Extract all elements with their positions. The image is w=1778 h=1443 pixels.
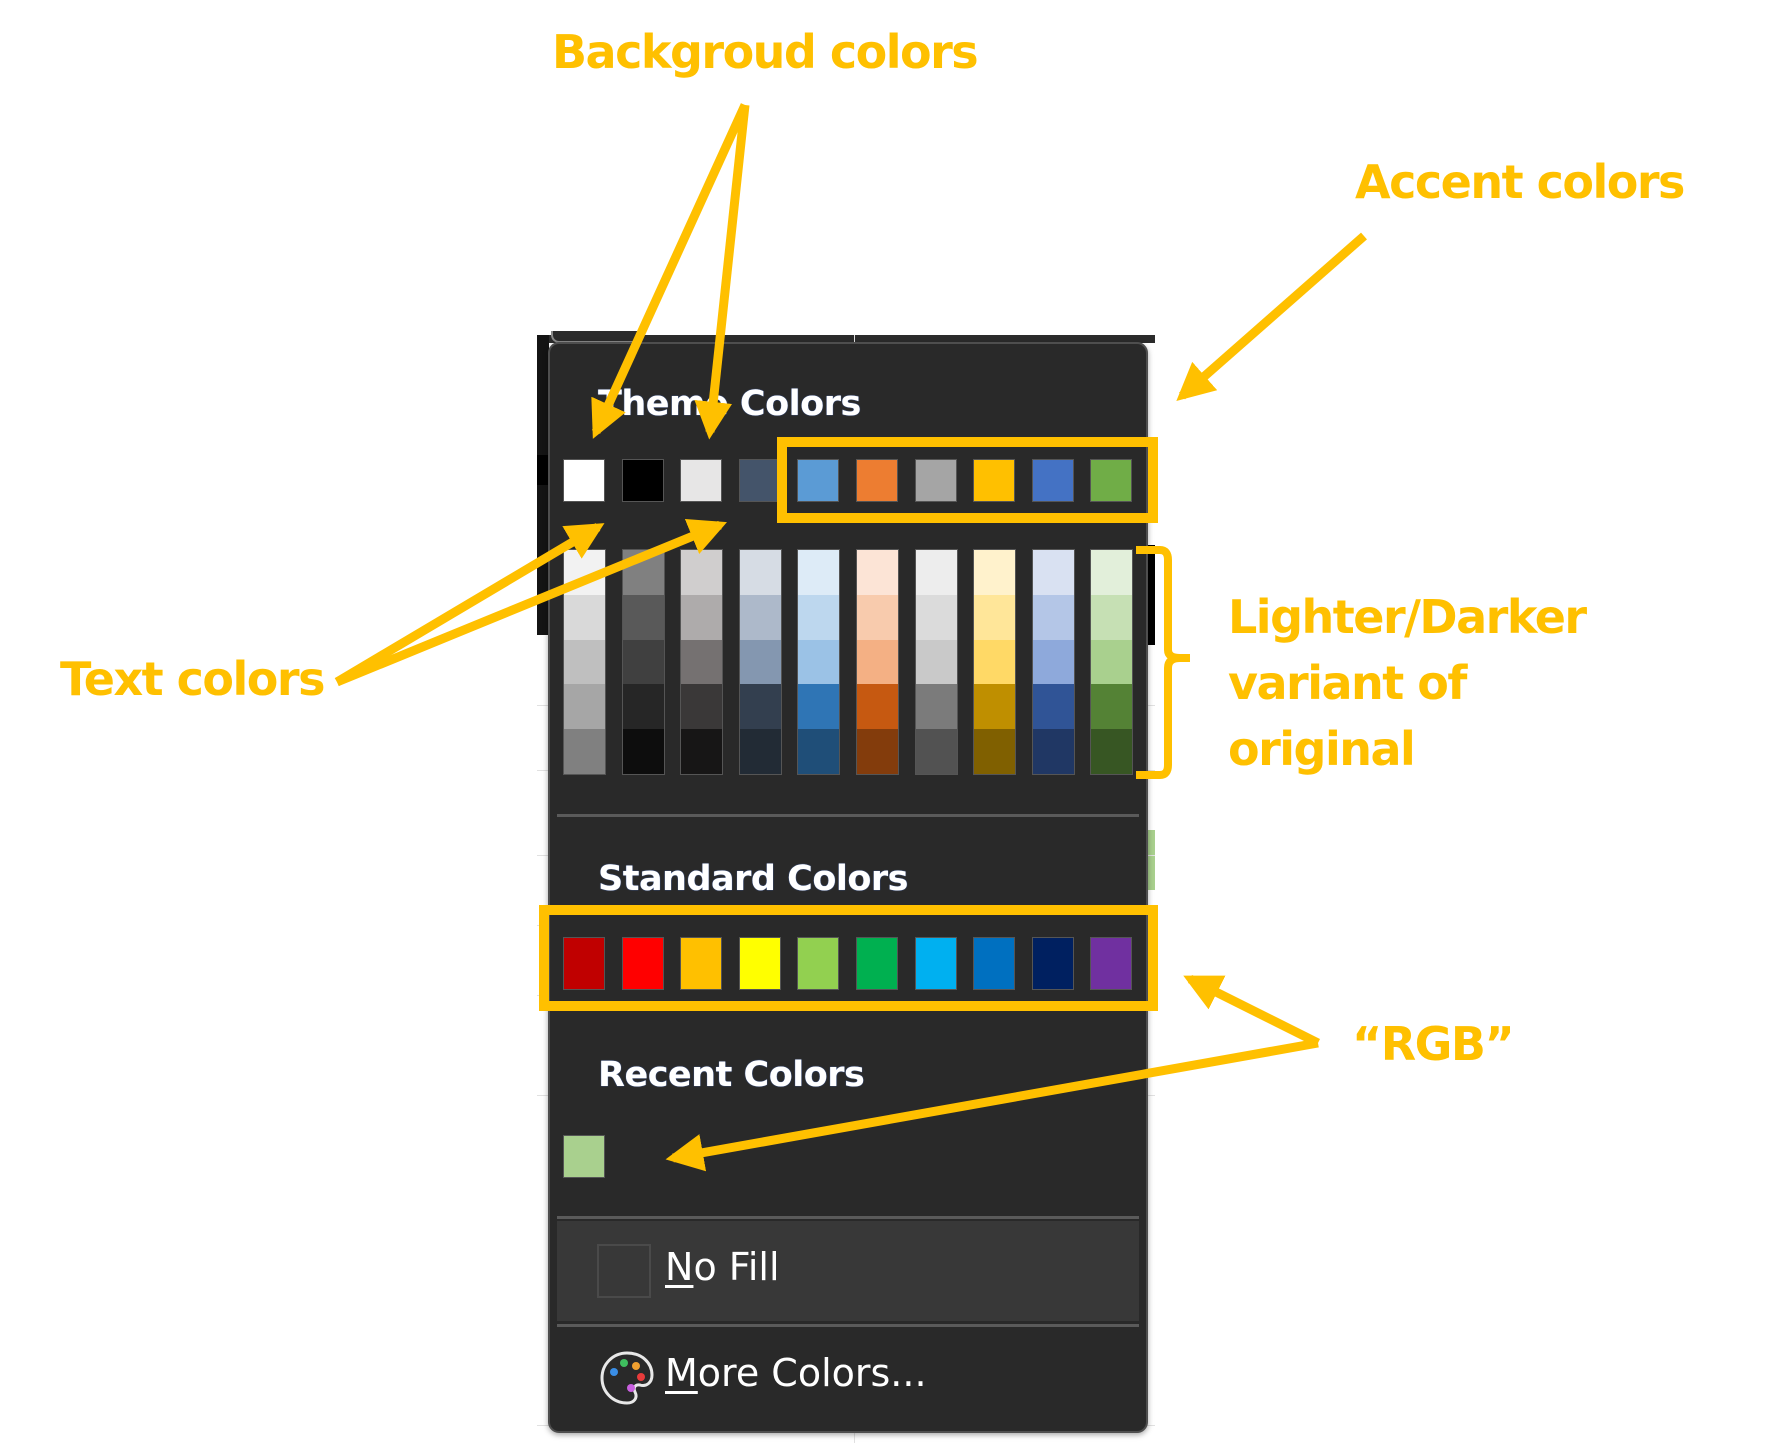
theme-shade-swatch[interactable]: [915, 550, 957, 595]
theme-shade-swatch[interactable]: [564, 684, 605, 730]
section-divider: [557, 1324, 1139, 1327]
theme-shade-column: [797, 549, 841, 775]
theme-shade-swatch[interactable]: [915, 684, 957, 730]
theme-shade-swatch[interactable]: [915, 639, 957, 685]
theme-shade-swatch[interactable]: [1032, 729, 1074, 774]
standard-colors-heading: Standard Colors: [598, 859, 909, 899]
theme-shade-swatch[interactable]: [622, 729, 664, 774]
accent-colors-highlight: [777, 437, 1158, 523]
theme-shade-column: [680, 549, 724, 775]
theme-shade-swatch[interactable]: [622, 594, 664, 640]
theme-shade-swatch[interactable]: [681, 594, 723, 640]
no-fill-icon: [597, 1244, 651, 1298]
theme-shade-swatch[interactable]: [622, 550, 664, 595]
theme-shade-swatch[interactable]: [622, 684, 664, 730]
theme-shade-swatch[interactable]: [1091, 639, 1133, 685]
theme-shade-swatch[interactable]: [1091, 684, 1133, 730]
theme-color-swatch[interactable]: [563, 459, 605, 502]
section-divider: [557, 1216, 1139, 1219]
theme-shade-swatch[interactable]: [974, 639, 1016, 685]
theme-shade-swatch[interactable]: [798, 594, 840, 640]
theme-shade-swatch[interactable]: [564, 729, 605, 774]
annotation-variants-line1: Lighter/Darker: [1228, 590, 1587, 644]
theme-shade-swatch[interactable]: [798, 550, 840, 595]
theme-shade-swatch[interactable]: [739, 684, 781, 730]
theme-shade-swatch[interactable]: [622, 639, 664, 685]
arrow-accent: [1176, 232, 1367, 401]
section-divider: [557, 814, 1139, 817]
arrow-rgb-standard: [1183, 974, 1321, 1048]
theme-color-swatch[interactable]: [621, 459, 664, 502]
theme-shade-swatch[interactable]: [1032, 639, 1074, 685]
annotation-background-colors: Backgroud colors: [552, 25, 979, 79]
theme-shade-column: [973, 549, 1017, 775]
theme-shade-swatch[interactable]: [1032, 550, 1074, 595]
annotation-text-colors: Text colors: [60, 652, 325, 706]
annotation-accent-colors: Accent colors: [1355, 155, 1685, 209]
theme-shade-swatch[interactable]: [564, 550, 605, 595]
no-fill-label: No Fill: [665, 1245, 780, 1289]
theme-shade-swatch[interactable]: [564, 639, 605, 685]
recent-color-swatch[interactable]: [563, 1135, 605, 1178]
theme-shade-swatch[interactable]: [974, 550, 1016, 595]
theme-shade-swatch[interactable]: [681, 684, 723, 730]
theme-shade-swatch[interactable]: [1091, 594, 1133, 640]
theme-shade-swatch[interactable]: [857, 729, 898, 774]
theme-shade-swatch[interactable]: [739, 729, 781, 774]
theme-shade-swatch[interactable]: [681, 550, 723, 595]
theme-shade-swatch[interactable]: [681, 639, 723, 685]
theme-color-swatch[interactable]: [680, 459, 723, 502]
theme-shade-column: [738, 549, 782, 775]
annotation-rgb: “RGB”: [1352, 1017, 1515, 1071]
theme-shade-swatch[interactable]: [974, 729, 1016, 774]
theme-shade-column: [856, 549, 899, 775]
theme-shade-swatch[interactable]: [915, 729, 957, 774]
theme-shade-swatch[interactable]: [739, 550, 781, 595]
theme-color-swatch[interactable]: [738, 459, 781, 502]
theme-shade-swatch[interactable]: [974, 594, 1016, 640]
theme-shade-swatch[interactable]: [798, 639, 840, 685]
sheet-right-black-strip: [1148, 545, 1155, 645]
theme-shade-column: [621, 549, 665, 775]
theme-shade-swatch[interactable]: [857, 594, 898, 640]
theme-shade-swatch[interactable]: [857, 684, 898, 730]
theme-shade-swatch[interactable]: [915, 594, 957, 640]
theme-shade-swatch[interactable]: [681, 729, 723, 774]
theme-shade-swatch[interactable]: [1032, 684, 1074, 730]
theme-shade-swatch[interactable]: [1091, 550, 1133, 595]
theme-shade-swatch[interactable]: [1032, 594, 1074, 640]
theme-shade-swatch[interactable]: [564, 594, 605, 640]
theme-shade-swatch[interactable]: [974, 684, 1016, 730]
theme-shade-column: [914, 549, 958, 775]
palette-icon: [600, 1351, 654, 1405]
filled-cell: [1148, 830, 1155, 890]
theme-shade-swatch[interactable]: [739, 594, 781, 640]
theme-colors-heading: Theme Colors: [598, 384, 861, 424]
more-colors-label: More Colors...: [665, 1351, 927, 1395]
theme-shade-swatch[interactable]: [857, 550, 898, 595]
theme-shade-column: [1090, 549, 1134, 775]
annotation-variants-line3: original: [1228, 722, 1416, 776]
theme-shade-swatch[interactable]: [857, 639, 898, 685]
theme-shade-swatch[interactable]: [739, 639, 781, 685]
theme-shade-column: [1031, 549, 1075, 775]
standard-colors-highlight: [539, 905, 1158, 1011]
annotation-variants-line2: variant of: [1228, 656, 1467, 710]
no-fill-menu-item[interactable]: No Fill: [557, 1221, 1139, 1321]
recent-colors-heading: Recent Colors: [598, 1055, 865, 1095]
theme-shade-swatch[interactable]: [798, 729, 840, 774]
theme-shade-swatch[interactable]: [1091, 729, 1133, 774]
theme-shade-column: [563, 549, 606, 775]
theme-shade-swatch[interactable]: [798, 684, 840, 730]
more-colors-menu-item[interactable]: More Colors...: [557, 1329, 1139, 1427]
